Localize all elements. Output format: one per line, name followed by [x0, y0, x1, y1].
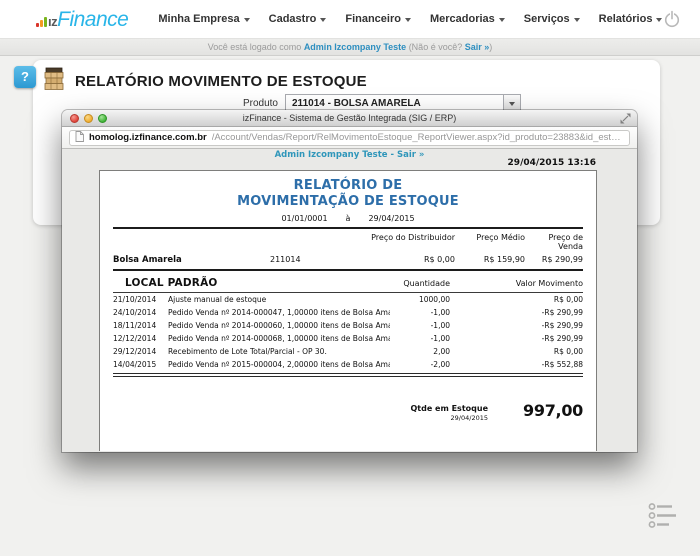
- product-code: 211014: [270, 255, 360, 264]
- menu-relatorios[interactable]: Relatórios: [599, 13, 663, 25]
- value-column-header: Valor Movimento: [450, 279, 583, 288]
- product-price-medio: R$ 159,90: [455, 255, 525, 264]
- divider: [113, 269, 583, 271]
- report-viewer-window: izFinance - Sistema de Gestão Integrada …: [62, 110, 637, 452]
- close-window-icon[interactable]: [70, 114, 79, 123]
- caret-down-icon: [320, 18, 326, 22]
- table-row: 21/10/2014Ajuste manual de estoque1000,0…: [113, 293, 583, 306]
- browser-url-bar: homolog.izfinance.com.br/Account/Vendas/…: [62, 127, 637, 149]
- logged-user-link[interactable]: Admin Izcompany Teste: [304, 42, 406, 52]
- login-status-text: Você está logado como: [208, 42, 302, 52]
- help-button[interactable]: ?: [14, 66, 36, 88]
- table-row: 12/12/2014Pedido Venda nº 2014-000068, 1…: [113, 332, 583, 345]
- section-header-row: LOCAL PADRÃO Quantidade Valor Movimento: [113, 277, 583, 289]
- product-name: Bolsa Amarela: [113, 255, 270, 265]
- report-sheet: RELATÓRIO DE MOVIMENTAÇÃO DE ESTOQUE 01/…: [99, 170, 597, 451]
- menu-minha-empresa[interactable]: Minha Empresa: [158, 13, 249, 25]
- stock-total-date: 29/04/2015: [410, 414, 488, 422]
- login-status-bar: Você está logado como Admin Izcompany Te…: [0, 39, 700, 56]
- product-row: Bolsa Amarela 211014 R$ 0,00 R$ 159,90 R…: [113, 255, 583, 265]
- section-name: LOCAL PADRÃO: [113, 277, 350, 289]
- list-widget-icon[interactable]: [648, 502, 678, 534]
- expand-window-icon[interactable]: [620, 113, 631, 129]
- logo-text-iz: ız: [48, 14, 57, 29]
- report-viewer-area: Admin Izcompany Teste - Sair » 29/04/201…: [62, 149, 637, 451]
- menu-cadastro[interactable]: Cadastro: [269, 13, 327, 25]
- logo-bars-icon: [36, 17, 47, 27]
- page-doc-icon: [75, 131, 84, 145]
- produto-select-value: 211014 - BOLSA AMARELA: [286, 98, 503, 109]
- product-price-venda: R$ 290,99: [525, 255, 583, 264]
- caret-down-icon: [405, 18, 411, 22]
- page-title: RELATÓRIO MOVIMENTO DE ESTOQUE: [75, 73, 367, 90]
- menu-servicos[interactable]: Serviços: [524, 13, 580, 25]
- divider: [113, 373, 583, 377]
- product-price-distribuidor: R$ 0,00: [360, 255, 455, 264]
- produto-label: Produto: [33, 98, 278, 109]
- price-header-row: Preço do Distribuidor Preço Médio Preço …: [113, 233, 583, 251]
- url-input[interactable]: homolog.izfinance.com.br/Account/Vendas/…: [69, 130, 630, 146]
- report-title: RELATÓRIO DE MOVIMENTAÇÃO DE ESTOQUE: [113, 178, 583, 210]
- window-controls: [70, 114, 107, 123]
- caret-down-icon: [499, 18, 505, 22]
- url-domain: homolog.izfinance.com.br: [89, 132, 207, 143]
- movement-rows: 21/10/2014Ajuste manual de estoque1000,0…: [113, 293, 583, 371]
- qty-column-header: Quantidade: [350, 279, 450, 288]
- table-row: 14/04/2015Pedido Venda nº 2015-000004, 2…: [113, 358, 583, 371]
- window-titlebar[interactable]: izFinance - Sistema de Gestão Integrada …: [62, 110, 637, 127]
- stock-total-block: Qtde em Estoque 29/04/2015 997,00: [113, 401, 583, 422]
- logo-text-finance: Finance: [57, 9, 128, 30]
- window-title: izFinance - Sistema de Gestão Integrada …: [243, 113, 457, 123]
- menu-mercadorias[interactable]: Mercadorias: [430, 13, 505, 25]
- table-row: 29/12/2014Recebimento de Lote Total/Parc…: [113, 345, 583, 358]
- logout-link[interactable]: Sair »: [465, 42, 490, 52]
- zoom-window-icon[interactable]: [98, 114, 107, 123]
- url-path: /Account/Vendas/Report/RelMovimentoEstoq…: [212, 132, 624, 143]
- menu-financeiro[interactable]: Financeiro: [345, 13, 411, 25]
- divider: [113, 227, 583, 229]
- minimize-window-icon[interactable]: [84, 114, 93, 123]
- stock-total-value: 997,00: [488, 401, 583, 422]
- report-datetime: 29/04/2015 13:16: [508, 158, 596, 168]
- stock-boxes-icon: [43, 67, 66, 96]
- table-row: 18/11/2014Pedido Venda nº 2014-000060, 1…: [113, 319, 583, 332]
- caret-down-icon: [244, 18, 250, 22]
- table-row: 24/10/2014Pedido Venda nº 2014-000047, 1…: [113, 306, 583, 319]
- power-logout-icon[interactable]: [662, 9, 682, 34]
- top-navigation-bar: ız Finance Minha Empresa Cadastro Financ…: [0, 0, 700, 39]
- caret-down-icon: [574, 18, 580, 22]
- stock-total-label: Qtde em Estoque: [410, 404, 488, 413]
- izfinance-logo[interactable]: ız Finance: [36, 9, 128, 30]
- main-menu: Minha Empresa Cadastro Financeiro Mercad…: [158, 13, 662, 25]
- report-date-range: 01/01/0001à29/04/2015: [113, 214, 583, 223]
